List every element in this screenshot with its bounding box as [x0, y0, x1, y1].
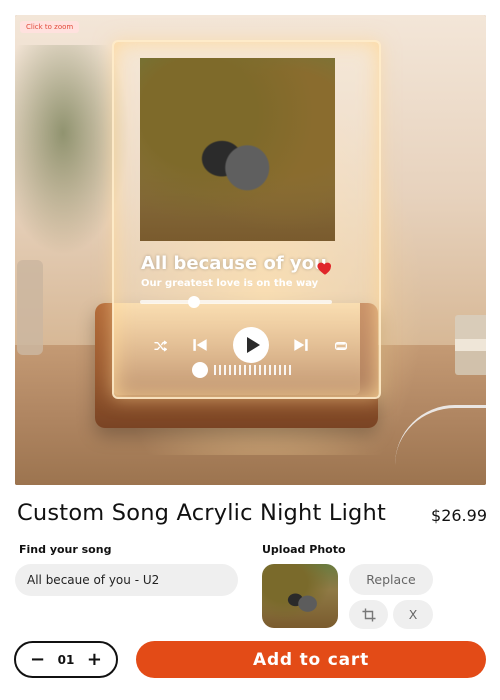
replace-photo-button[interactable]: Replace	[349, 564, 433, 595]
next-icon	[294, 339, 308, 351]
previous-icon	[193, 339, 207, 351]
repeat-icon	[335, 342, 347, 350]
quantity-value: 01	[57, 652, 75, 667]
click-to-zoom-badge[interactable]: Click to zoom	[20, 21, 80, 33]
crop-photo-button[interactable]	[349, 600, 388, 629]
plaque-song-subtitle: Our greatest love is on the way	[141, 278, 319, 289]
plaque-progress-bar	[140, 296, 332, 308]
hero-vase	[17, 260, 43, 355]
uploaded-photo-thumbnail[interactable]	[262, 564, 338, 628]
spotify-icon	[192, 362, 208, 378]
remove-photo-button[interactable]: X	[393, 600, 433, 629]
plaque-song-title: All because of you	[141, 253, 327, 274]
shuffle-icon	[154, 340, 167, 352]
upload-photo-label: Upload Photo	[262, 543, 346, 556]
plaque-progress-knob	[187, 296, 200, 308]
quantity-increment-button[interactable]: +	[87, 650, 102, 669]
play-icon	[233, 327, 269, 363]
song-search-input[interactable]	[15, 564, 238, 596]
quantity-decrement-button[interactable]: −	[30, 650, 45, 669]
hero-books	[455, 315, 486, 375]
quantity-stepper: − 01 +	[14, 641, 118, 678]
heart-icon	[317, 262, 332, 275]
find-song-label: Find your song	[19, 543, 112, 556]
product-title: Custom Song Acrylic Night Light	[17, 500, 387, 526]
crop-icon	[361, 607, 376, 622]
add-to-cart-button[interactable]: Add to cart	[136, 641, 486, 678]
plaque-photo	[140, 58, 335, 241]
product-price: $26.99	[431, 506, 487, 525]
spotify-code-waveform	[214, 362, 292, 378]
